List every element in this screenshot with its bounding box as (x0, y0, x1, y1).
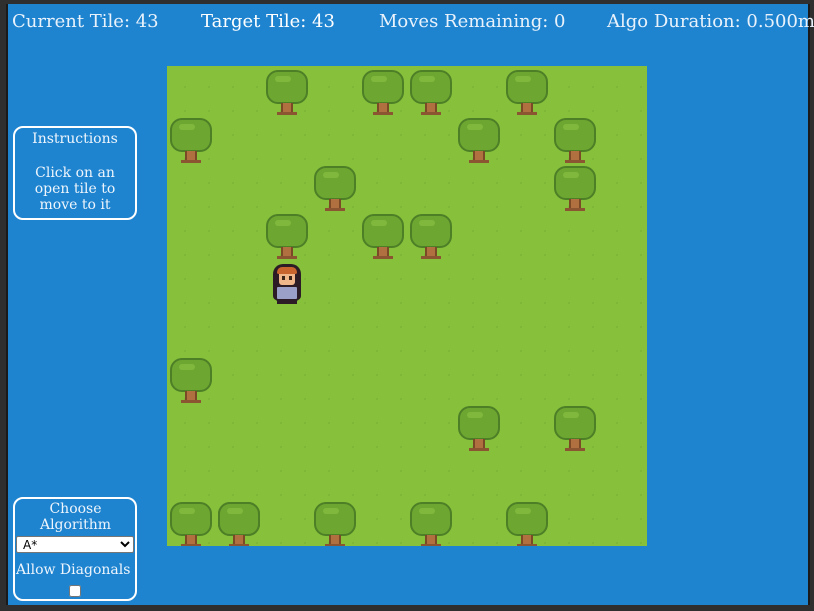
tree-icon (167, 116, 215, 164)
player-character-icon (263, 260, 311, 308)
tree-icon (455, 404, 503, 452)
game-window: Current Tile: 43 Target Tile: 43 Moves R… (6, 4, 814, 605)
algorithm-select[interactable]: A* (16, 536, 134, 553)
tree-icon (407, 500, 455, 546)
algorithm-title: Choose Algorithm (39, 501, 112, 533)
tree-icon (407, 212, 455, 260)
tree-icon (263, 68, 311, 116)
tree-icon (215, 500, 263, 546)
instructions-text: Click on an open tile to move to it (34, 165, 116, 213)
tree-icon (551, 404, 599, 452)
tree-icon (359, 68, 407, 116)
tree-icon (551, 164, 599, 212)
tree-icon (311, 164, 359, 212)
tree-icon (359, 212, 407, 260)
tree-icon (503, 500, 551, 546)
instructions-title: Instructions (32, 131, 118, 147)
tree-icon (551, 116, 599, 164)
instructions-panel: Instructions Click on an open tile to mo… (13, 126, 137, 220)
allow-diagonals-label: Allow Diagonals (16, 562, 131, 578)
target-tile-label: Target Tile: 43 (201, 11, 335, 32)
tree-icon (167, 500, 215, 546)
tree-icon (167, 356, 215, 404)
moves-remaining-label: Moves Remaining: 0 (379, 11, 566, 32)
tree-icon (455, 116, 503, 164)
status-bar: Current Tile: 43 Target Tile: 43 Moves R… (8, 4, 814, 40)
current-tile-label: Current Tile: 43 (12, 11, 159, 32)
tree-icon (407, 68, 455, 116)
algo-duration-label: Algo Duration: 0.500ms (607, 11, 814, 32)
allow-diagonals-checkbox[interactable] (69, 585, 81, 597)
game-board[interactable] (167, 66, 647, 546)
tree-icon (503, 68, 551, 116)
algorithm-panel: Choose Algorithm A* Allow Diagonals (13, 497, 137, 601)
tree-icon (311, 500, 359, 546)
tree-icon (263, 212, 311, 260)
